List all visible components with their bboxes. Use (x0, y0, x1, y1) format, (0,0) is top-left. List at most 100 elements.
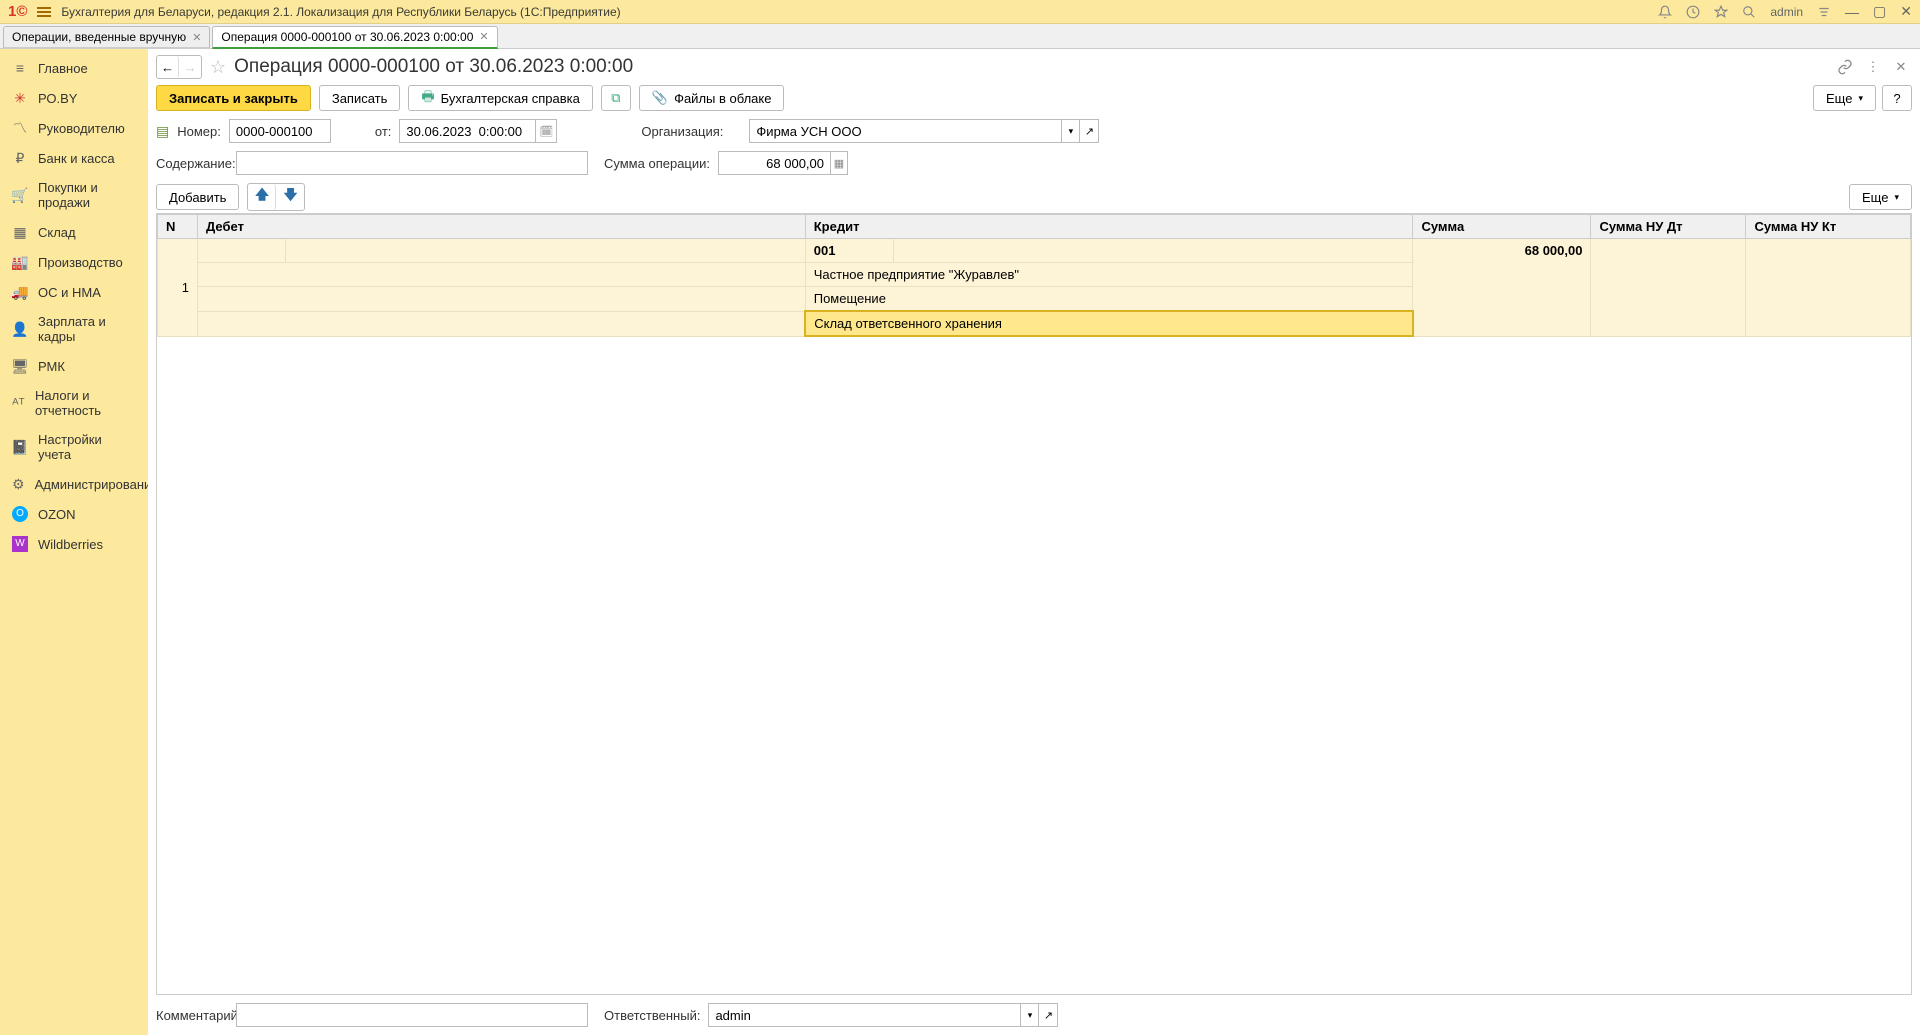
sidebar-item-label: Зарплата и кадры (38, 314, 136, 344)
button-label: Еще (1862, 190, 1888, 205)
tabs-row: Операции, введенные вручную ✕ Операция 0… (0, 24, 1920, 49)
link-icon[interactable] (1834, 56, 1856, 78)
settings-icon[interactable] (1817, 5, 1831, 19)
sidebar-item-poby[interactable]: ✳РО.BY (0, 83, 148, 113)
sidebar-item-taxes[interactable]: ᴬᵀНалоги и отчетность (0, 381, 148, 425)
cell-debet-sub2[interactable] (198, 263, 806, 287)
table-toolbar: Добавить 🡅 🡇 Еще ▾ (156, 183, 1912, 211)
open-icon[interactable]: ↗ (1079, 119, 1099, 143)
number-input[interactable] (229, 119, 331, 143)
col-sum-nu-dt[interactable]: Сумма НУ Дт (1591, 215, 1746, 239)
col-n[interactable]: N (158, 215, 198, 239)
cell-sum-nu-kt[interactable] (1746, 239, 1911, 337)
cell-kredit-account[interactable]: 001 (805, 239, 893, 263)
star-icon[interactable] (1714, 5, 1728, 19)
date-field: 🗓 (399, 119, 557, 143)
tab-manual-ops[interactable]: Операции, введенные вручную ✕ (3, 26, 210, 48)
cell-kredit-empty1[interactable] (893, 239, 1413, 263)
cell-debet-sub4[interactable] (198, 311, 806, 336)
sidebar-item-rmk[interactable]: 🖥РМК (0, 351, 148, 381)
cell-n[interactable]: 1 (158, 239, 198, 337)
col-sum-nu-kt[interactable]: Сумма НУ Кт (1746, 215, 1911, 239)
sidebar-item-ozon[interactable]: OOZON (0, 499, 148, 529)
sidebar-item-settings[interactable]: 📓Настройки учета (0, 425, 148, 469)
table-more-button[interactable]: Еще ▾ (1849, 184, 1912, 210)
tab-operation[interactable]: Операция 0000-000100 от 30.06.2023 0:00:… (212, 26, 497, 49)
cell-debet-account[interactable] (198, 239, 286, 263)
move-down-button[interactable]: 🡇 (276, 184, 304, 210)
close-icon[interactable]: ✕ (192, 31, 201, 44)
resp-input[interactable] (708, 1003, 1020, 1027)
sidebar-item-bank[interactable]: ₽Банк и касса (0, 143, 148, 173)
button-label: Записать и закрыть (169, 91, 298, 106)
add-button[interactable]: Добавить (156, 184, 239, 210)
sidebar-item-wb[interactable]: WWildberries (0, 529, 148, 559)
tax-icon: ᴬᵀ (12, 395, 25, 411)
calculator-icon[interactable]: ▦ (830, 151, 848, 175)
cell-sum[interactable]: 68 000,00 (1413, 239, 1591, 337)
sidebar-item-manager[interactable]: 〽Руководителю (0, 113, 148, 143)
printer-icon: 🖶 (421, 86, 434, 110)
cell-kredit-sub3[interactable]: Склад ответсвенного хранения (805, 311, 1413, 336)
cell-kredit-sub1[interactable]: Частное предприятие "Журавлев" (805, 263, 1413, 287)
sidebar-item-label: РО.BY (38, 91, 77, 106)
favorite-star-icon[interactable]: ☆ (210, 57, 226, 78)
save-close-button[interactable]: Записать и закрыть (156, 85, 311, 111)
sidebar-item-production[interactable]: 🏭Производство (0, 247, 148, 277)
save-button[interactable]: Записать (319, 85, 401, 111)
tree-button[interactable]: ⧉ (601, 85, 631, 111)
sidebar-item-os-nma[interactable]: 🚚ОС и НМА (0, 277, 148, 307)
ruble-icon: ₽ (12, 150, 28, 166)
sidebar-item-sales[interactable]: 🛒Покупки и продажи (0, 173, 148, 217)
help-button[interactable]: ? (1882, 85, 1912, 111)
close-icon[interactable]: ✕ (479, 30, 488, 43)
bell-icon[interactable] (1658, 5, 1672, 19)
col-debet[interactable]: Дебет (198, 215, 806, 239)
kebab-icon[interactable]: ⋮ (1862, 56, 1884, 78)
files-cloud-button[interactable]: 📎Файлы в облаке (639, 85, 785, 111)
calendar-icon[interactable]: 🗓 (535, 119, 557, 143)
search-icon[interactable] (1742, 5, 1756, 19)
rmk-icon: 🖥 (12, 358, 28, 374)
desc-input[interactable] (236, 151, 588, 175)
username-label[interactable]: admin (1770, 5, 1803, 19)
cell-debet-sub3[interactable] (198, 287, 806, 312)
move-up-button[interactable]: 🡅 (248, 184, 276, 210)
forward-button[interactable]: → (179, 56, 201, 78)
topbar-left: 1© Бухгалтерия для Беларуси, редакция 2.… (8, 3, 1658, 20)
button-label: Еще (1826, 91, 1852, 106)
sidebar-item-admin[interactable]: ⚙Администрирование (0, 469, 148, 499)
comment-input[interactable] (236, 1003, 588, 1027)
minimize-icon[interactable]: — (1845, 4, 1859, 20)
open-icon[interactable]: ↗ (1038, 1003, 1058, 1027)
history-icon[interactable] (1686, 5, 1700, 19)
table-row[interactable]: 1 001 68 000,00 (158, 239, 1911, 263)
cell-kredit-sub2[interactable]: Помещение (805, 287, 1413, 312)
sidebar-item-label: Склад (38, 225, 76, 240)
date-input[interactable] (399, 119, 535, 143)
close-form-icon[interactable]: ✕ (1890, 56, 1912, 78)
sidebar-item-stock[interactable]: ▦Склад (0, 217, 148, 247)
chevron-down-icon[interactable]: ▾ (1061, 119, 1079, 143)
maximize-icon[interactable]: ▢ (1873, 3, 1886, 20)
hamburger-icon[interactable] (37, 7, 51, 17)
cart-icon: 🛒 (12, 187, 28, 203)
org-input[interactable] (749, 119, 1061, 143)
accounting-ref-button[interactable]: 🖶Бухгалтерская справка (408, 85, 592, 111)
entries-grid[interactable]: N Дебет Кредит Сумма Сумма НУ Дт Сумма Н… (156, 213, 1912, 995)
clip-icon: 📎 (652, 90, 668, 106)
sidebar-item-salary[interactable]: 👤Зарплата и кадры (0, 307, 148, 351)
col-kredit[interactable]: Кредит (805, 215, 1413, 239)
chevron-down-icon: ▾ (1894, 192, 1899, 203)
command-bar: Записать и закрыть Записать 🖶Бухгалтерск… (156, 85, 1912, 111)
cell-debet-sub1[interactable] (286, 239, 806, 263)
sidebar-item-main[interactable]: ≡Главное (0, 53, 148, 83)
more-button[interactable]: Еще▾ (1813, 85, 1876, 111)
button-label: ? (1893, 91, 1900, 106)
close-icon[interactable]: ✕ (1900, 3, 1912, 20)
cell-sum-nu-dt[interactable] (1591, 239, 1746, 337)
sum-input[interactable] (718, 151, 830, 175)
col-sum[interactable]: Сумма (1413, 215, 1591, 239)
chevron-down-icon[interactable]: ▾ (1020, 1003, 1038, 1027)
back-button[interactable]: ← (157, 56, 179, 78)
